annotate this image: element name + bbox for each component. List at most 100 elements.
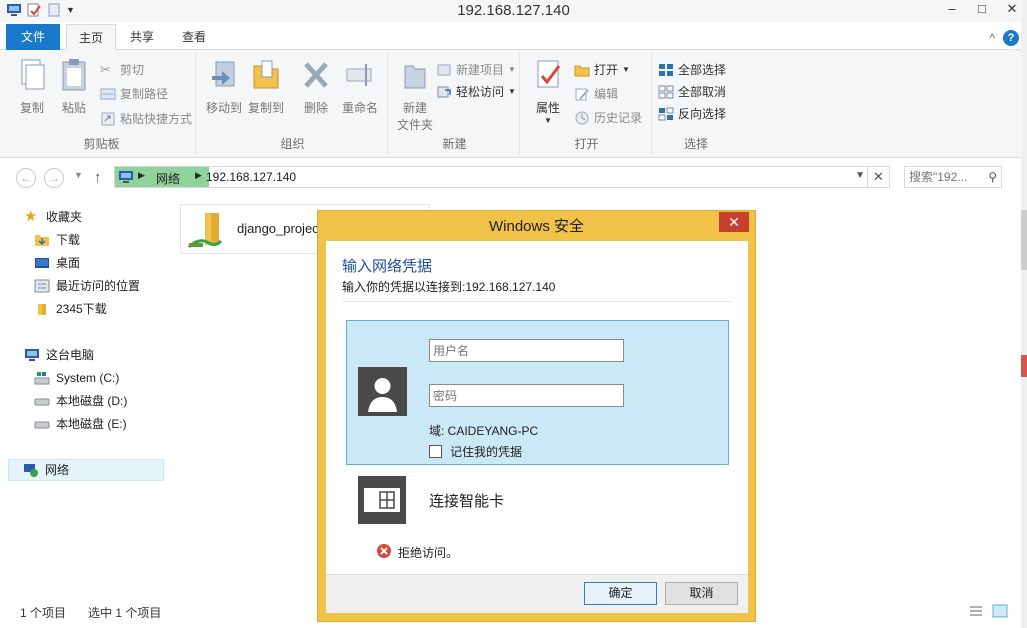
network-computer-icon[interactable]	[118, 170, 134, 184]
username-field[interactable]	[429, 339, 624, 362]
remember-credentials[interactable]: 记住我的凭据	[429, 443, 522, 460]
move-to-button[interactable]: 移动到	[204, 58, 244, 116]
select-all-button[interactable]: 全部选择	[658, 60, 726, 80]
smart-card-option[interactable]: 连接智能卡	[429, 490, 504, 511]
history-button[interactable]: 历史记录	[574, 108, 642, 128]
shared-folder-icon	[187, 213, 223, 249]
up-button[interactable]: ↑	[94, 169, 102, 186]
right-edge-scrollbar[interactable]	[1021, 0, 1027, 628]
select-none-label: 全部取消	[678, 85, 727, 99]
sidebar-item-favorites[interactable]: ★ 收藏夹	[24, 206, 180, 228]
copy-to-icon	[253, 60, 279, 89]
delete-button[interactable]: 删除	[298, 58, 334, 116]
file-name: django_project	[237, 221, 323, 236]
edit-button[interactable]: 编辑	[574, 84, 618, 104]
paste-button[interactable]: 粘贴	[56, 58, 92, 116]
computer-icon	[25, 349, 39, 361]
breadcrumb-separator-icon[interactable]: ▶	[138, 170, 145, 181]
open-button[interactable]: 打开 ▼	[574, 60, 630, 80]
select-none-button[interactable]: 全部取消	[658, 82, 726, 102]
large-icons-view-icon[interactable]	[992, 604, 1008, 618]
properties-label: 属性	[535, 101, 560, 115]
copy-button[interactable]: 复制	[12, 58, 52, 116]
back-button[interactable]: ←	[16, 168, 36, 188]
select-group-label: 选择	[683, 137, 708, 151]
copy-path-label: 复制路径	[120, 87, 169, 101]
new-item-button[interactable]: 新建项目 ▼	[436, 60, 516, 80]
properties-button[interactable]: 属性 ▼	[528, 58, 568, 125]
tab-view[interactable]: 查看	[170, 24, 218, 50]
tab-file[interactable]: 文件	[6, 24, 60, 50]
credential-tile[interactable]: 域: CAIDEYANG-PC 记住我的凭据	[346, 320, 729, 465]
sidebar-item-label: 收藏夹	[46, 210, 83, 224]
search-box[interactable]: ⚲	[904, 166, 1002, 188]
password-input[interactable]	[430, 385, 623, 406]
collapse-ribbon-icon[interactable]: ^	[989, 31, 995, 45]
copy-path-button[interactable]: 复制路径	[100, 84, 168, 104]
breadcrumb-separator-icon[interactable]: ▶	[195, 170, 202, 181]
move-to-label: 移动到	[205, 101, 242, 115]
cancel-button[interactable]: 取消	[665, 582, 738, 605]
background-window-edge	[1021, 355, 1027, 377]
sidebar-item-desktop[interactable]: 桌面	[34, 252, 190, 274]
delete-x-icon	[304, 62, 328, 88]
username-input[interactable]	[430, 340, 623, 361]
sidebar-item-label: 桌面	[56, 256, 81, 270]
tab-share[interactable]: 共享	[118, 24, 166, 50]
recent-locations-dropdown-icon[interactable]: ▼	[74, 170, 83, 180]
scrollbar-thumb[interactable]	[1021, 210, 1027, 270]
new-item-icon	[437, 64, 451, 76]
maximize-button[interactable]: □	[967, 0, 997, 20]
sidebar-item-network[interactable]: 网络	[8, 459, 164, 481]
remember-checkbox[interactable]	[429, 445, 442, 458]
properties-icon	[537, 60, 561, 88]
ribbon-help-area: ^ ?	[989, 30, 1019, 46]
copy-to-button[interactable]: 复制到	[246, 58, 286, 116]
address-bar[interactable]: ▶ 网络 ▶ 192.168.127.140 ▼ ✕	[114, 166, 890, 188]
ok-button[interactable]: 确定	[584, 582, 657, 605]
search-input[interactable]	[909, 169, 979, 185]
open-dropdown-icon: ▼	[622, 65, 630, 74]
details-view-icon[interactable]	[968, 604, 984, 618]
easy-access-dropdown-icon: ▼	[508, 87, 516, 96]
folder-icon	[38, 304, 46, 315]
sidebar-item-label: 这台电脑	[46, 348, 95, 362]
sidebar-item-label: 本地磁盘 (E:)	[56, 417, 127, 431]
breadcrumb-host[interactable]: 192.168.127.140	[206, 170, 296, 184]
rename-button[interactable]: 重命名	[338, 58, 382, 116]
new-folder-button[interactable]: 新建 文件夹	[394, 58, 436, 133]
sidebar-item-2345-downloads[interactable]: 2345下载	[34, 298, 190, 320]
easy-access-button[interactable]: 轻松访问 ▼	[436, 82, 516, 102]
sidebar-item-disk-d[interactable]: 本地磁盘 (D:)	[34, 390, 190, 412]
sidebar-item-label: System (C:)	[56, 371, 120, 385]
open-label: 打开	[594, 63, 619, 77]
new-group-label: 新建	[442, 137, 467, 151]
sidebar-item-this-pc[interactable]: 这台电脑	[24, 344, 180, 366]
minimize-button[interactable]: –	[937, 0, 967, 20]
dialog-close-button[interactable]: ✕	[719, 212, 749, 232]
paste-shortcut-button[interactable]: 粘贴快捷方式	[100, 109, 192, 129]
smart-card-icon[interactable]	[358, 476, 406, 524]
password-field[interactable]	[429, 384, 624, 407]
invert-selection-icon	[658, 107, 674, 121]
sidebar-item-recent[interactable]: 最近访问的位置	[34, 275, 190, 297]
search-icon[interactable]: ⚲	[988, 170, 997, 184]
tab-home[interactable]: 主页	[66, 24, 117, 51]
paste-shortcut-icon	[101, 112, 115, 126]
move-to-icon	[212, 61, 235, 87]
dialog-heading: 输入网络凭据	[342, 258, 433, 275]
invert-selection-button[interactable]: 反向选择	[658, 104, 726, 124]
sidebar-item-downloads[interactable]: 下载	[34, 229, 190, 251]
cut-button[interactable]: ✂ 剪切	[100, 60, 144, 80]
help-icon[interactable]: ?	[1003, 30, 1019, 46]
address-close-icon[interactable]: ✕	[867, 167, 889, 187]
dialog-body: 输入网络凭据 输入你的凭据以连接到:192.168.127.140 域: CAI…	[326, 241, 748, 613]
sidebar-item-disk-e[interactable]: 本地磁盘 (E:)	[34, 413, 190, 435]
address-dropdown-icon[interactable]: ▼	[855, 170, 865, 181]
clipboard-group-label: 剪贴板	[83, 137, 120, 151]
clipboard-group: 复制 粘贴 ✂ 剪切 复制路径 粘贴快捷方式 剪贴板	[8, 54, 196, 154]
forward-button[interactable]: →	[44, 168, 64, 188]
copy-to-label: 复制到	[247, 101, 284, 115]
breadcrumb-network[interactable]: 网络	[156, 170, 180, 187]
sidebar-item-system-c[interactable]: System (C:)	[34, 367, 190, 389]
